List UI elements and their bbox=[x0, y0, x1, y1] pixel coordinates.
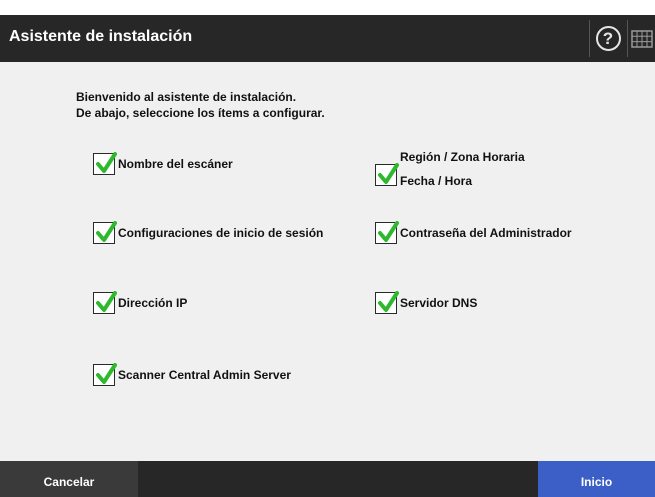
item-login-settings[interactable]: Configuraciones de inicio de sesión bbox=[93, 221, 324, 244]
help-button[interactable]: ? bbox=[589, 20, 626, 57]
help-icon: ? bbox=[595, 26, 621, 51]
page-title: Asistente de instalación bbox=[9, 28, 193, 45]
item-scanner-name[interactable]: Nombre del escáner bbox=[93, 152, 233, 175]
item-label: Nombre del escáner bbox=[118, 157, 233, 171]
checkbox[interactable] bbox=[93, 221, 117, 244]
item-label: Scanner Central Admin Server bbox=[118, 368, 291, 382]
item-label-date: Fecha / Hora bbox=[400, 174, 473, 188]
checkmark-icon bbox=[96, 363, 117, 384]
checkbox[interactable] bbox=[93, 291, 117, 314]
item-label: Configuraciones de inicio de sesión bbox=[118, 226, 324, 240]
intro-line-2: De abajo, seleccione los ítems a configu… bbox=[76, 106, 325, 120]
intro-line-1: Bienvenido al asistente de instalación. bbox=[76, 90, 297, 104]
checkmark-icon bbox=[378, 291, 399, 312]
intro-text: Bienvenido al asistente de instalación. … bbox=[76, 89, 325, 121]
checkbox[interactable] bbox=[375, 291, 399, 314]
item-label-region: Región / Zona Horaria bbox=[400, 150, 525, 164]
item-ip-address[interactable]: Dirección IP bbox=[93, 291, 188, 314]
title-bar: Asistente de instalación ? bbox=[0, 15, 655, 62]
footer-bar: Cancelar Inicio bbox=[0, 461, 655, 497]
item-labels: Región / Zona Horaria Fecha / Hora bbox=[400, 145, 525, 193]
checkbox[interactable] bbox=[93, 363, 117, 386]
checkmark-icon bbox=[378, 163, 399, 184]
item-region-timezone-date[interactable]: Región / Zona Horaria Fecha / Hora bbox=[375, 150, 525, 199]
checkbox[interactable] bbox=[375, 163, 399, 186]
checkbox[interactable] bbox=[375, 221, 399, 244]
checkmark-icon bbox=[378, 221, 399, 242]
item-label: Contraseña del Administrador bbox=[400, 226, 572, 240]
wizard-content: Bienvenido al asistente de instalación. … bbox=[0, 62, 655, 461]
keyboard-icon bbox=[630, 29, 653, 48]
keyboard-button[interactable] bbox=[627, 20, 655, 57]
item-scanner-central-admin[interactable]: Scanner Central Admin Server bbox=[93, 363, 291, 386]
checkmark-icon bbox=[96, 291, 117, 312]
checkbox[interactable] bbox=[93, 152, 117, 175]
item-label: Servidor DNS bbox=[400, 296, 478, 310]
cancel-button[interactable]: Cancelar bbox=[0, 461, 138, 497]
item-dns-server[interactable]: Servidor DNS bbox=[375, 291, 478, 314]
item-label: Dirección IP bbox=[118, 296, 188, 310]
checkmark-icon bbox=[96, 152, 117, 173]
checkmark-icon bbox=[96, 221, 117, 242]
item-admin-password[interactable]: Contraseña del Administrador bbox=[375, 221, 572, 244]
start-button[interactable]: Inicio bbox=[538, 461, 655, 497]
